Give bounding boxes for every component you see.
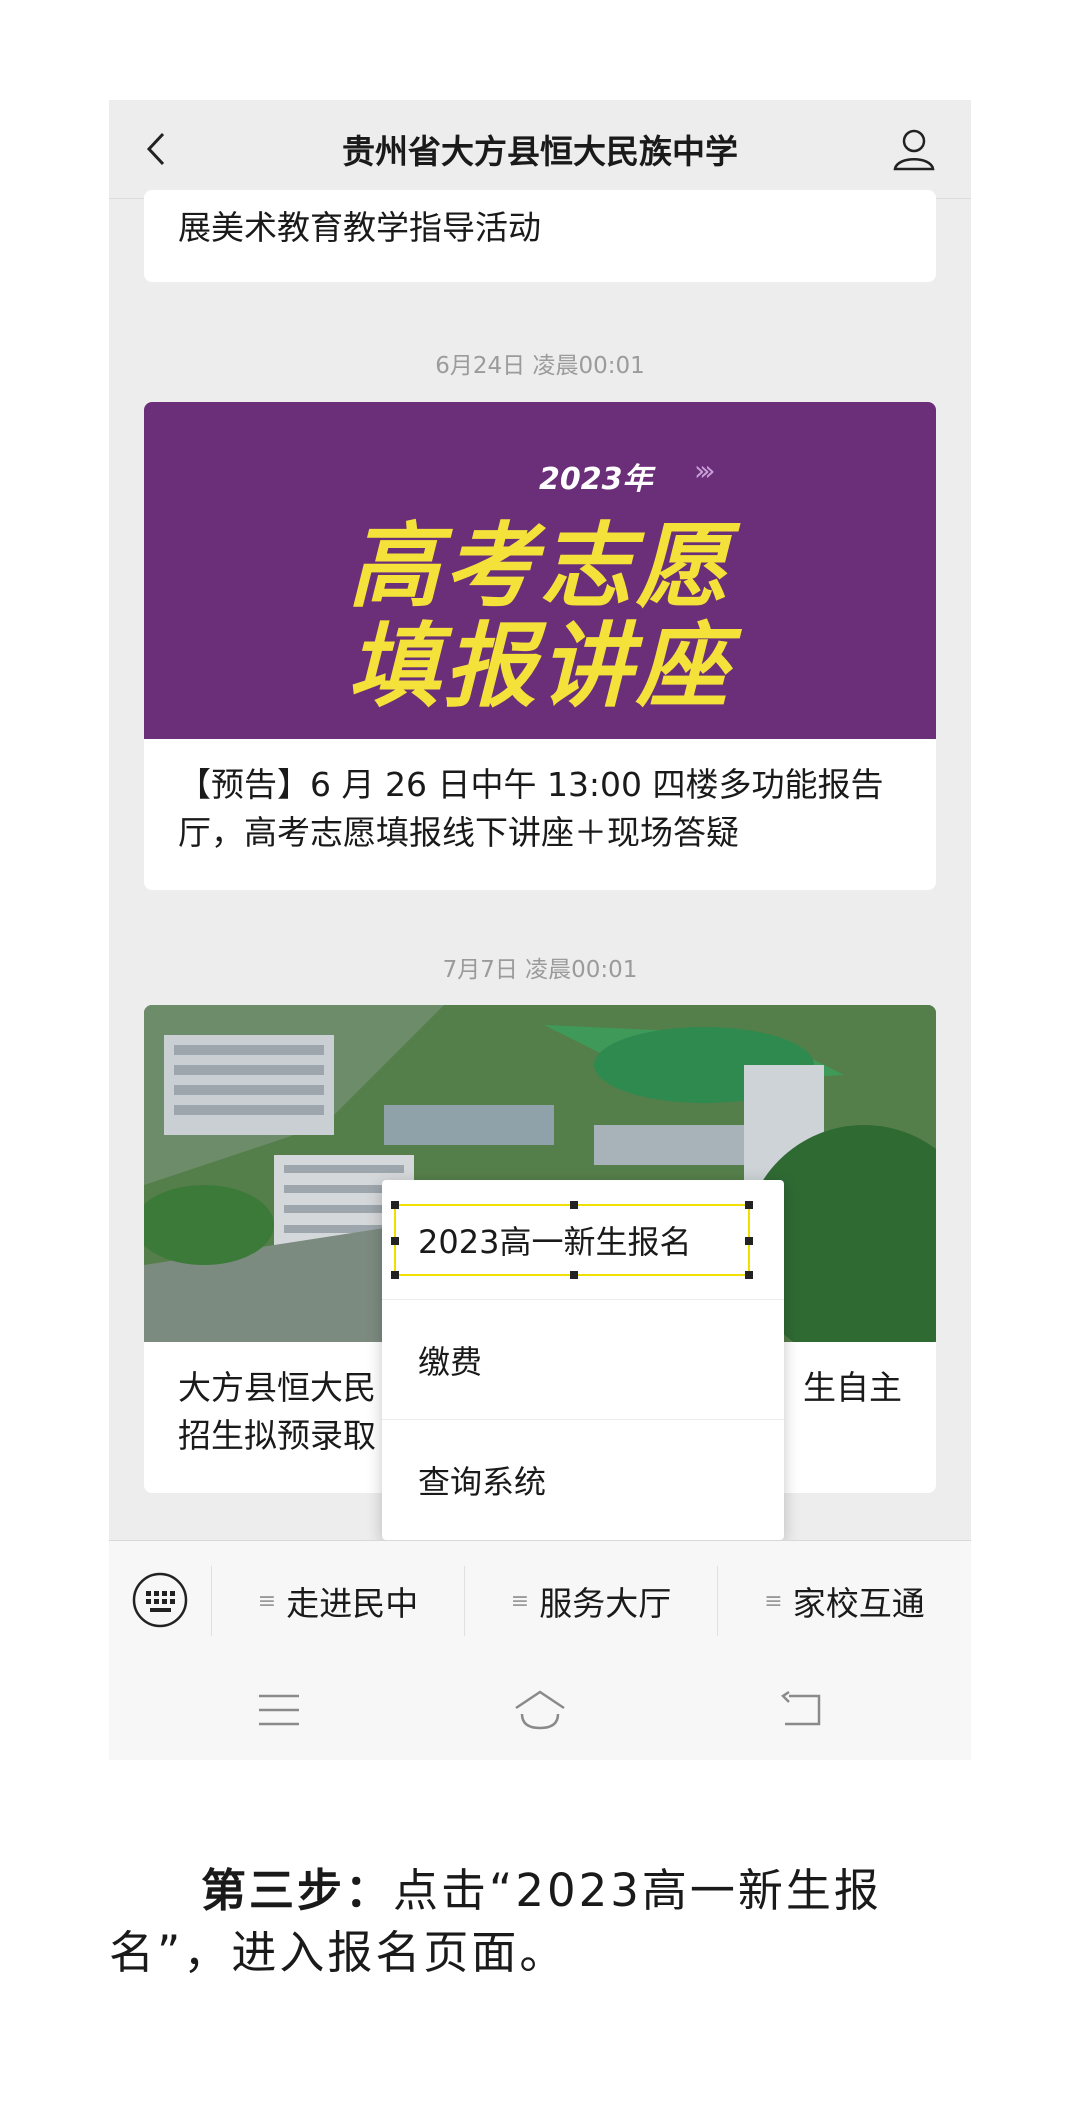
bottom-menu-bar: ≡ 走进民中 ≡ 服务大厅 ≡ 家校互通	[109, 1540, 971, 1661]
phone-screen: 贵州省大方县恒大民族中学 展美术教育教学指导活动 6月24日 凌晨00:01 2…	[109, 100, 971, 1760]
selection-handle	[391, 1271, 399, 1279]
article-title: 展美术教育教学指导活动	[178, 208, 541, 247]
home-icon[interactable]	[512, 1688, 568, 1732]
tab-service-hall[interactable]: ≡ 服务大厅	[465, 1541, 717, 1661]
back-arrow-icon[interactable]	[133, 124, 183, 174]
selection-handle	[391, 1237, 399, 1245]
page-title: 贵州省大方县恒大民族中学	[342, 132, 738, 171]
menu-item-label: 缴费	[418, 1342, 483, 1381]
user-profile-icon[interactable]	[889, 124, 939, 174]
menu-lines-icon: ≡	[257, 1588, 277, 1614]
instruction-caption: 第三步：点击“2023高一新生报名”，进入报名页面。	[109, 1860, 979, 1984]
recent-apps-icon[interactable]	[257, 1690, 301, 1730]
menu-item-query-system[interactable]: 查询系统	[382, 1420, 784, 1540]
tab-label: 走进民中	[286, 1584, 419, 1623]
tab-home-school[interactable]: ≡ 家校互通	[718, 1541, 971, 1661]
article-title-part: 招生拟预录取	[178, 1416, 376, 1455]
message-timestamp: 7月7日 凌晨00:01	[442, 957, 638, 983]
step-label: 第三步：	[201, 1864, 394, 1917]
tab-about-school[interactable]: ≡ 走进民中	[212, 1541, 464, 1661]
lecture-banner-image: 2023年 ››› 高考志愿 填报讲座	[144, 402, 936, 739]
menu-item-label: 2023高一新生报名	[418, 1222, 692, 1261]
article-card-lecture[interactable]: 2023年 ››› 高考志愿 填报讲座 【预告】6 月 26 日中午 13:00…	[144, 402, 936, 890]
banner-line-2: 填报讲座	[347, 613, 732, 720]
selection-handle	[391, 1201, 399, 1209]
article-title: 【预告】6 月 26 日中午 13:00 四楼多功能报告厅，高考志愿填报线下讲座…	[178, 765, 884, 852]
submenu-popup: 2023高一新生报名 缴费 查询系统	[382, 1180, 784, 1540]
tab-label: 家校互通	[792, 1584, 925, 1623]
chevrons-icon: ›››	[694, 454, 715, 487]
article-title-part: 大方县恒大民	[178, 1368, 376, 1407]
menu-lines-icon: ≡	[764, 1588, 783, 1614]
back-nav-icon[interactable]	[779, 1690, 823, 1730]
keyboard-toggle-icon[interactable]	[131, 1571, 189, 1629]
message-timestamp: 6月24日 凌晨00:01	[435, 353, 645, 379]
selection-handle	[745, 1201, 753, 1209]
tab-label: 服务大厅	[539, 1584, 672, 1623]
selection-handle	[745, 1271, 753, 1279]
menu-item-freshman-registration[interactable]: 2023高一新生报名	[382, 1180, 784, 1300]
menu-item-label: 查询系统	[418, 1463, 547, 1501]
article-title-part: 生自主	[803, 1368, 902, 1407]
selection-handle	[570, 1271, 578, 1279]
selection-handle	[570, 1201, 578, 1209]
system-nav-bar	[109, 1660, 971, 1760]
article-card-previous[interactable]: 展美术教育教学指导活动	[144, 190, 936, 282]
selection-handle	[745, 1237, 753, 1245]
app-header: 贵州省大方县恒大民族中学	[109, 100, 971, 199]
menu-item-payment[interactable]: 缴费	[382, 1300, 784, 1420]
menu-lines-icon: ≡	[510, 1588, 530, 1614]
